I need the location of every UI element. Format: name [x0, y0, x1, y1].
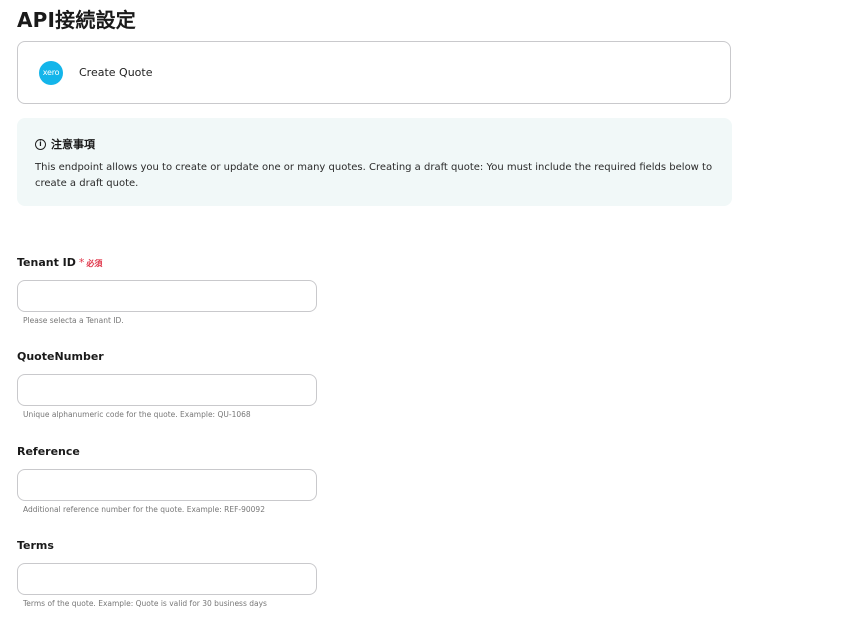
terms-label: Terms: [17, 539, 317, 553]
notice-body: This endpoint allows you to create or up…: [35, 162, 713, 189]
required-asterisk: *: [78, 256, 85, 269]
quote-number-label-text: QuoteNumber: [17, 350, 104, 363]
info-icon: i: [35, 138, 46, 150]
required-badge: 必須: [86, 259, 103, 268]
app-card: xero Create Quote: [17, 41, 731, 104]
tenant-id-input[interactable]: [17, 280, 317, 312]
tenant-id-label: Tenant ID * 必須: [17, 256, 317, 270]
api-settings-page: API接続設定 xero Create Quote i 注意事項 This en…: [0, 0, 853, 625]
app-action-name: Create Quote: [79, 66, 153, 79]
terms-help: Terms of the quote. Example: Quote is va…: [23, 599, 267, 608]
notice-title: 注意事項: [51, 138, 95, 151]
terms-label-text: Terms: [17, 539, 54, 552]
tenant-id-help: Please selecta a Tenant ID.: [23, 316, 124, 325]
field-terms: Terms Terms of the quote. Example: Quote…: [17, 539, 317, 608]
xero-logo-icon: xero: [39, 60, 63, 85]
reference-help: Additional reference number for the quot…: [23, 505, 265, 514]
quote-number-help: Unique alphanumeric code for the quote. …: [23, 410, 251, 419]
field-quote-number: QuoteNumber Unique alphanumeric code for…: [17, 350, 317, 419]
field-tenant-id: Tenant ID * 必須 Please selecta a Tenant I…: [17, 256, 317, 325]
quote-number-input[interactable]: [17, 374, 317, 406]
notice-header: i 注意事項: [35, 136, 714, 152]
tenant-id-label-text: Tenant ID: [17, 256, 76, 269]
reference-label: Reference: [17, 445, 317, 459]
page-title: API接続設定: [17, 8, 136, 32]
field-reference: Reference Additional reference number fo…: [17, 445, 317, 514]
reference-input[interactable]: [17, 469, 317, 501]
xero-logo-text: xero: [42, 68, 60, 77]
reference-label-text: Reference: [17, 445, 80, 458]
notice-box: i 注意事項 This endpoint allows you to creat…: [17, 118, 732, 206]
terms-input[interactable]: [17, 563, 317, 595]
quote-number-label: QuoteNumber: [17, 350, 317, 364]
